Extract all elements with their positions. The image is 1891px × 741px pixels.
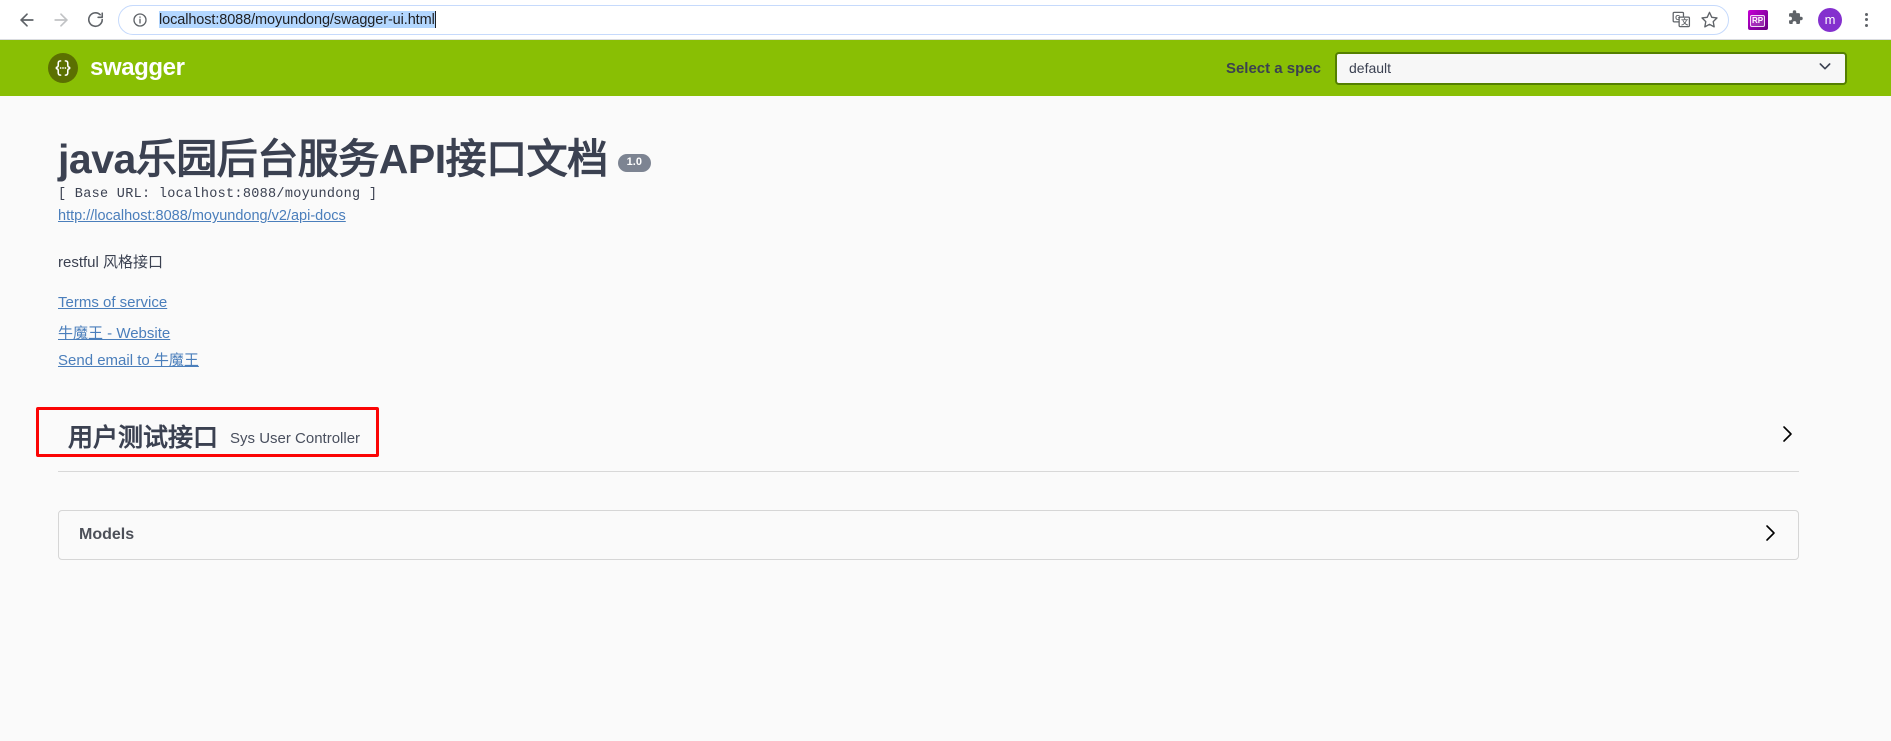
translate-icon[interactable]: G 文 (1668, 7, 1694, 33)
extensions-button[interactable] (1779, 5, 1809, 35)
contact-website-link[interactable]: 牛魔王 - Website (58, 322, 170, 343)
chevron-right-icon[interactable] (1775, 422, 1799, 451)
reload-icon (86, 10, 105, 29)
info-links: Terms of service 牛魔王 - Website Send emai… (58, 294, 1891, 370)
info-circle-icon[interactable] (131, 11, 149, 29)
tag-header-row[interactable]: 用户测试接口 Sys User Controller (36, 407, 1799, 462)
address-bar[interactable]: localhost:8088/moyundong/swagger-ui.html… (118, 4, 1729, 35)
swagger-logo[interactable]: swagger (48, 53, 185, 83)
browser-toolbar: localhost:8088/moyundong/swagger-ui.html… (0, 0, 1891, 40)
api-info-block: java乐园后台服务API接口文档 1.0 [ Base URL: localh… (0, 96, 1891, 370)
svg-text:文: 文 (1681, 18, 1689, 27)
text-caret (434, 11, 436, 28)
tag-subtitle: Sys User Controller (230, 430, 361, 448)
rp-extension-label: RP (1750, 14, 1766, 27)
version-badge: 1.0 (617, 154, 651, 173)
models-title: Models (79, 526, 135, 544)
reload-button[interactable] (78, 3, 112, 37)
page-title: java乐园后台服务API接口文档 (58, 136, 608, 182)
spec-selector-label: Select a spec (1225, 59, 1321, 77)
swagger-logo-text: swagger (90, 54, 185, 81)
three-dot-menu-icon (1864, 12, 1868, 27)
rp-extension-icon: RP (1748, 9, 1768, 30)
back-arrow-icon (17, 10, 37, 30)
models-section: Models (0, 510, 1891, 561)
terms-of-service-link[interactable]: Terms of service (58, 294, 167, 311)
forward-arrow-icon (51, 10, 71, 30)
models-header-row[interactable]: Models (58, 510, 1799, 561)
tag-section-sys-user-controller: 用户测试接口 Sys User Controller (0, 407, 1891, 473)
section-divider (58, 471, 1799, 473)
avatar: m (1818, 7, 1842, 32)
swagger-braces-icon (48, 53, 78, 83)
browser-menu-button[interactable] (1851, 5, 1881, 35)
api-description: restful 风格接口 (58, 254, 164, 272)
api-docs-link[interactable]: http://localhost:8088/moyundong/v2/api-d… (58, 208, 346, 224)
chevron-down-icon (1817, 58, 1833, 79)
spec-selector: Select a spec default (1225, 51, 1847, 85)
star-icon[interactable] (1696, 7, 1722, 33)
swagger-ui-page: java乐园后台服务API接口文档 1.0 [ Base URL: localh… (0, 96, 1891, 741)
api-title-row: java乐园后台服务API接口文档 1.0 (58, 136, 1891, 182)
tag-title: 用户测试接口 (68, 424, 219, 453)
puzzle-piece-icon (1785, 8, 1804, 32)
spec-select-value: default (1349, 60, 1392, 76)
contact-email-link[interactable]: Send email to 牛魔王 (58, 349, 199, 370)
base-url: [ Base URL: localhost:8088/moyundong ] (58, 187, 378, 203)
url-text: localhost:8088/moyundong/swagger-ui.html (159, 11, 435, 28)
url-input[interactable]: localhost:8088/moyundong/swagger-ui.html (159, 11, 1666, 28)
extension-rp-button[interactable]: RP (1743, 5, 1773, 35)
chevron-right-icon[interactable] (1758, 521, 1782, 550)
forward-button[interactable] (44, 3, 78, 37)
back-button[interactable] (10, 3, 44, 37)
swagger-topbar: swagger Select a spec default (0, 40, 1891, 96)
profile-button[interactable]: m (1815, 5, 1845, 35)
spec-select-dropdown[interactable]: default (1335, 51, 1847, 85)
